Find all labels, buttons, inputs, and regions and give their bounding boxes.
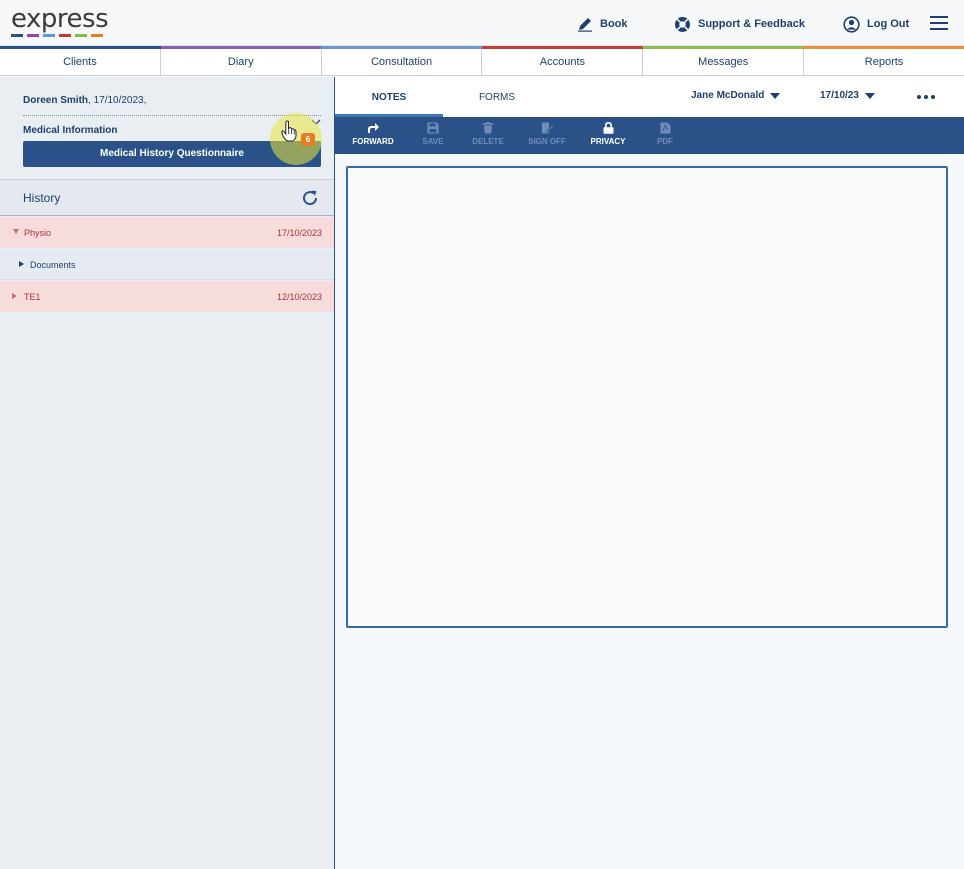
notes-toolbar: FORWARD SAVE DELETE SIGN OFF PRIVACY PDF	[335, 117, 964, 154]
pdf-button[interactable]: PDF	[651, 122, 679, 152]
delete-label: DELETE	[472, 137, 504, 146]
sign-off-label: SIGN OFF	[528, 137, 566, 146]
hand-cursor-icon	[281, 120, 297, 142]
app-header: express Book Support & Feedback Log Out	[0, 0, 964, 46]
date-select[interactable]: 17/10/23	[820, 90, 875, 101]
history-header: History	[0, 179, 334, 216]
tab-notes[interactable]: NOTES	[335, 77, 443, 117]
nav-tab-messages[interactable]: Messages	[643, 49, 805, 75]
history-row-physio[interactable]: Physio 17/10/2023	[0, 217, 334, 248]
practitioner-value: Jane McDonald	[691, 90, 765, 101]
right-panel: NOTES FORMS Jane McDonald 17/10/23 FORWA…	[335, 77, 964, 869]
privacy-label: PRIVACY	[590, 137, 626, 146]
dotted-divider	[23, 115, 321, 116]
hamburger-menu-icon[interactable]	[930, 16, 948, 30]
practitioner-select[interactable]: Jane McDonald	[691, 90, 781, 101]
caret-down-icon	[864, 92, 875, 99]
patient-name[interactable]: Doreen Smith	[23, 95, 88, 106]
user-circle-icon	[843, 15, 860, 33]
refresh-icon[interactable]	[301, 189, 319, 207]
forward-button[interactable]: FORWARD	[349, 122, 397, 152]
logout-label: Log Out	[867, 18, 910, 30]
history-row-date: 12/10/2023	[276, 292, 322, 302]
caret-down-icon	[13, 229, 19, 234]
nav-tab-consultation[interactable]: Consultation	[322, 49, 483, 75]
document-sign-icon	[541, 122, 554, 134]
click-count-badge: 6	[301, 133, 315, 146]
left-panel: Doreen Smith, 17/10/2023, Medical Inform…	[0, 77, 335, 869]
logout-button[interactable]: Log Out	[843, 14, 909, 34]
book-label: Book	[600, 18, 628, 30]
nav-tab-diary[interactable]: Diary	[161, 49, 322, 75]
history-row-label: Documents	[30, 260, 76, 270]
notes-forms-tabs: NOTES FORMS Jane McDonald 17/10/23	[335, 77, 964, 117]
history-title: History	[23, 191, 61, 205]
main-navigation: Clients Diary Consultation Accounts Mess…	[0, 49, 964, 76]
delete-button[interactable]: DELETE	[467, 122, 509, 152]
logo-text: express	[11, 4, 109, 34]
save-button[interactable]: SAVE	[415, 122, 451, 152]
patient-date: , 17/10/2023,	[88, 95, 147, 106]
forward-arrow-icon	[368, 123, 379, 133]
save-label: SAVE	[422, 137, 444, 146]
forward-label: FORWARD	[352, 137, 394, 146]
express-logo[interactable]: express	[11, 4, 109, 37]
book-button[interactable]: Book	[577, 14, 628, 34]
history-row-te1[interactable]: TE1 12/10/2023	[0, 281, 334, 312]
privacy-button[interactable]: PRIVACY	[587, 122, 629, 152]
medical-information-label: Medical Information	[23, 125, 118, 136]
date-value: 17/10/23	[820, 90, 859, 101]
pencil-icon	[578, 18, 592, 32]
logo-color-bars	[11, 34, 108, 37]
history-empty-area	[0, 313, 334, 869]
nav-tab-accounts[interactable]: Accounts	[482, 49, 644, 75]
history-row-label: Physio	[24, 228, 52, 238]
caret-right-icon	[12, 293, 17, 299]
pdf-label: PDF	[657, 137, 673, 146]
pdf-file-icon	[660, 122, 670, 134]
tab-forms[interactable]: FORMS	[443, 77, 551, 117]
lifebuoy-icon	[675, 16, 690, 32]
trash-icon	[483, 122, 493, 134]
lock-icon	[603, 122, 613, 134]
patient-card: Doreen Smith, 17/10/2023, Medical Inform…	[0, 77, 334, 178]
sign-off-button[interactable]: SIGN OFF	[523, 122, 571, 152]
caret-down-icon	[770, 92, 781, 99]
caret-right-icon	[19, 261, 24, 267]
note-editor[interactable]	[346, 166, 948, 628]
support-feedback-button[interactable]: Support & Feedback	[674, 14, 805, 34]
more-options-icon[interactable]	[917, 95, 935, 99]
floppy-disk-icon	[427, 122, 439, 134]
support-feedback-label: Support & Feedback	[698, 18, 805, 30]
nav-tab-reports[interactable]: Reports	[804, 49, 964, 75]
nav-tab-clients[interactable]: Clients	[0, 49, 161, 75]
history-row-documents[interactable]: Documents	[0, 249, 334, 280]
history-row-date: 17/10/2023	[276, 228, 322, 238]
patient-summary: Doreen Smith, 17/10/2023,	[23, 95, 146, 106]
history-row-label: TE1	[24, 292, 41, 302]
